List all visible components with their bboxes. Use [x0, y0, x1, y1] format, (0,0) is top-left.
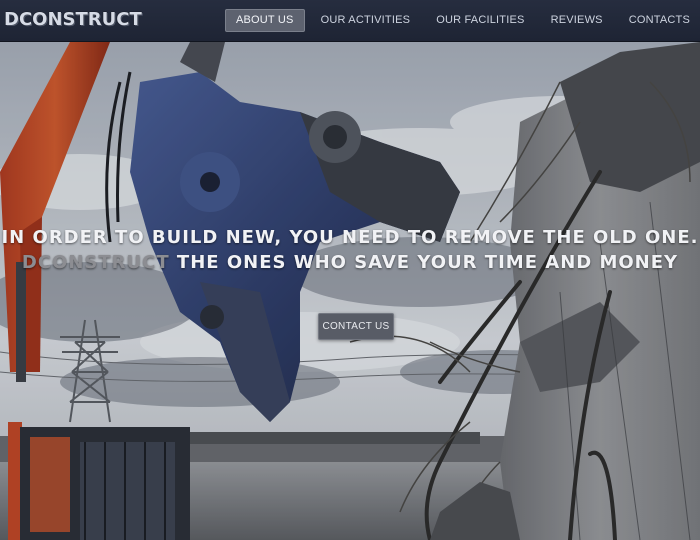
contact-us-button[interactable]: CONTACT US [318, 313, 394, 340]
hero-background-image [0, 42, 700, 540]
top-navbar: DCONSTRUCT ABOUT US OUR ACTIVITIES OUR F… [0, 0, 700, 42]
hero-headline: IN ORDER TO BUILD NEW, YOU NEED TO REMOV… [0, 226, 700, 275]
logo-text: DCONSTRUCT [4, 8, 142, 30]
headline-text-1: IN ORDER TO BUILD NEW, YOU NEED TO REMOV… [1, 227, 699, 248]
headline-text-2: THE ONES WHO SAVE YOUR TIME AND MONEY [176, 251, 679, 273]
nav-our-facilities[interactable]: OUR FACILITIES [426, 9, 534, 32]
logo[interactable]: DCONSTRUCT [4, 5, 142, 33]
hero-section: IN ORDER TO BUILD NEW, YOU NEED TO REMOV… [0, 42, 700, 540]
nav-our-activities[interactable]: OUR ACTIVITIES [311, 9, 421, 32]
headline-brand: DCONSTRUCT [21, 251, 170, 273]
nav-about-us[interactable]: ABOUT US [224, 9, 305, 32]
main-menu: ABOUT US OUR ACTIVITIES OUR FACILITIES R… [219, 9, 700, 32]
nav-contacts[interactable]: CONTACTS [619, 9, 700, 32]
nav-reviews[interactable]: REVIEWS [541, 9, 613, 32]
